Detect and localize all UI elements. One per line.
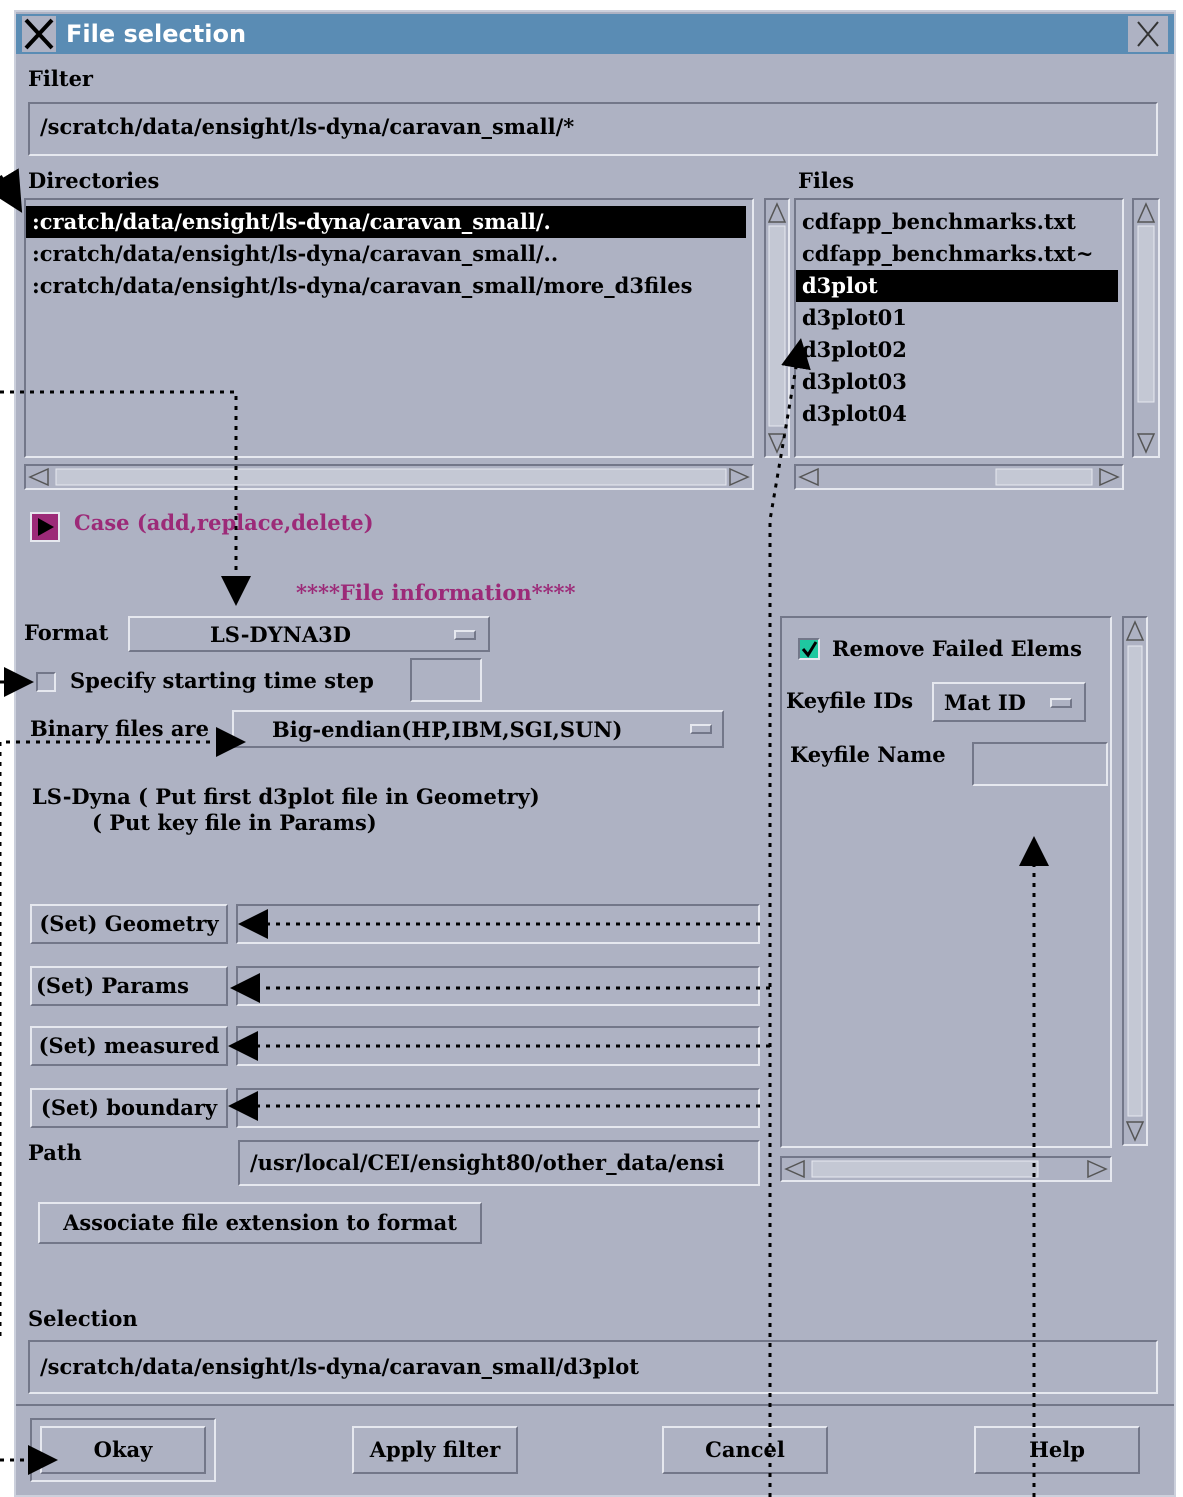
arrow-to-binary: [0, 727, 246, 1336]
arrow-to-files: [768, 338, 811, 1497]
annotation-arrows: [0, 168, 1049, 1497]
arrow-to-format: [0, 390, 251, 606]
arrow-to-directories: [0, 168, 23, 213]
